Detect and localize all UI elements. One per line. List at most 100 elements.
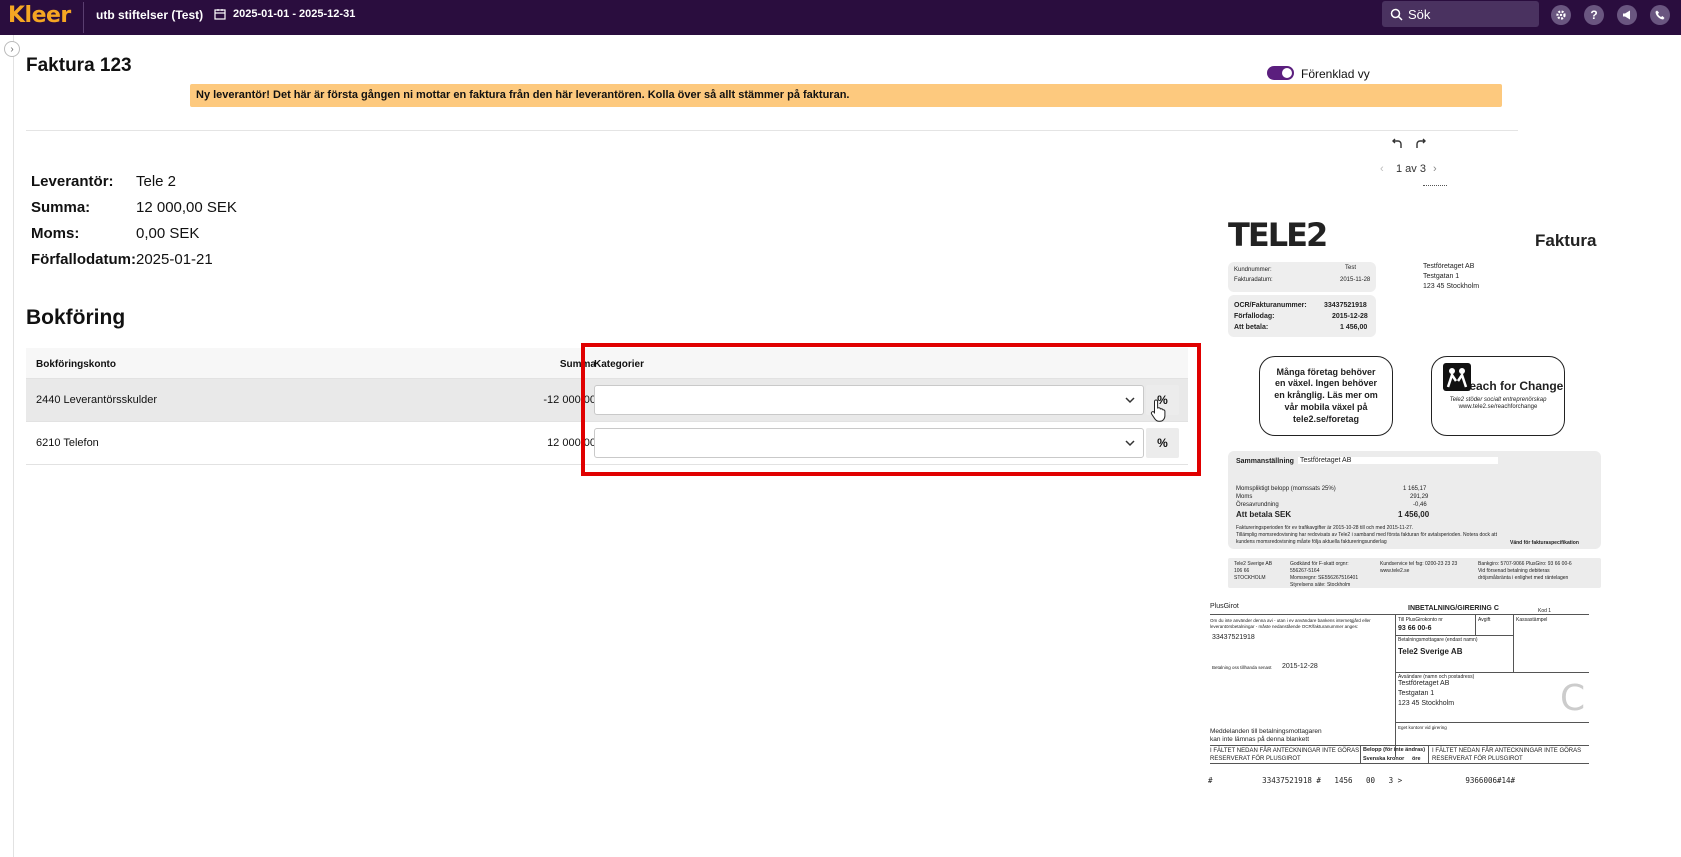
recipient-city: 123 45 Stockholm bbox=[1423, 283, 1480, 290]
bookkeeping-heading: Bokföring bbox=[26, 306, 126, 329]
phone-icon[interactable] bbox=[1650, 5, 1670, 25]
help-icon[interactable]: ? bbox=[1584, 5, 1604, 25]
footer-text: Tele2 Sverige AB bbox=[1234, 561, 1273, 567]
supplier-label: Leverantör: bbox=[31, 173, 114, 190]
period-note: Faktureringsperioden för ev trafikavgift… bbox=[1236, 525, 1414, 531]
plusgiro-avgift: Avgift bbox=[1478, 617, 1491, 623]
att-betala-label: Att betala: bbox=[1234, 324, 1269, 331]
sum-value: 12 000,00 SEK bbox=[136, 199, 237, 216]
summary-name: Testföretaget AB bbox=[1298, 457, 1498, 464]
slip-line bbox=[1395, 672, 1589, 673]
tele2-logo: TELE2 bbox=[1228, 216, 1328, 254]
kundnummer-value: Test bbox=[1345, 265, 1357, 271]
plusgiro-sender-name: Testföretaget AB bbox=[1398, 680, 1450, 687]
top-bar: Kleer utb stiftelser (Test) 2025-01-01 -… bbox=[0, 0, 1681, 35]
chevron-right-icon[interactable]: › bbox=[4, 41, 20, 57]
account-cell: 2440 Leverantörsskulder bbox=[36, 394, 158, 406]
plusgiro-account: 93 66 00-6 bbox=[1398, 625, 1432, 632]
slip-line bbox=[1513, 614, 1514, 672]
topbar-divider bbox=[83, 2, 84, 33]
footer-text: 556267-5164 bbox=[1290, 568, 1320, 574]
gear-icon[interactable] bbox=[1551, 5, 1571, 25]
footer-text: dröjsmålsränta i enlighet med räntelagen bbox=[1478, 575, 1569, 581]
rotate-right-icon[interactable] bbox=[1414, 138, 1428, 152]
slip-line bbox=[1475, 614, 1476, 635]
slip-line bbox=[1428, 745, 1429, 763]
switchboard-ad-bubble: Många företag behöver en växel. Ingen be… bbox=[1259, 356, 1393, 436]
slip-line bbox=[1395, 722, 1589, 723]
due-date-value: 2025-01-21 bbox=[136, 251, 213, 268]
plusgiro-receiver-label: Betalningsmottagare (endast namn) bbox=[1398, 637, 1478, 643]
plusgiro-sender-city: 123 45 Stockholm bbox=[1398, 700, 1455, 707]
search-input[interactable]: Sök bbox=[1382, 1, 1539, 27]
plusgiro-belopp: Belopp (för inte ändras) bbox=[1363, 747, 1426, 753]
footer-text: Vid försenad betalning debiteras bbox=[1478, 568, 1550, 574]
slip-line bbox=[1360, 745, 1361, 763]
vat-label: Moms: bbox=[31, 225, 80, 242]
plusgiro-note: Om du inte använder denna avi - utan i e… bbox=[1210, 618, 1371, 629]
invoice-document-preview: TELE2 Faktura Kundnummer: Test Fakturada… bbox=[1200, 200, 1620, 800]
plusgiro-sender-street: Testgatan 1 bbox=[1398, 690, 1435, 697]
fakturadatum-label: Fakturadatum: bbox=[1234, 277, 1273, 283]
footer-text: Styrelsens säte: Stockholm bbox=[1290, 582, 1351, 588]
summary-line-label: Moms bbox=[1236, 494, 1253, 500]
highlight-box bbox=[581, 343, 1201, 476]
page-title: Faktura 123 bbox=[26, 55, 132, 76]
rotate-left-icon[interactable] bbox=[1390, 138, 1404, 152]
page-indicator: 1 av 3 bbox=[1396, 163, 1426, 175]
plusgiro-msg: Meddelanden till betalningsmottagaren bbox=[1210, 728, 1322, 735]
supplier-value: Tele 2 bbox=[136, 173, 177, 190]
summary-line-label: Momspliktigt belopp (momssats 25%) bbox=[1236, 486, 1336, 492]
company-selector[interactable]: utb stiftelser (Test) bbox=[96, 8, 203, 22]
summary-label: Sammanställning bbox=[1236, 458, 1294, 465]
recipient-name: Testföretaget AB bbox=[1423, 263, 1475, 270]
simplified-view-toggle[interactable] bbox=[1267, 66, 1294, 80]
reach-for-change-subtitle: Tele2 stöder socialt entreprenörskap bbox=[1449, 396, 1547, 403]
plusgiro-c-mark: C bbox=[1560, 678, 1586, 719]
plusgiro-title: INBETALNING/GIRERING C bbox=[1408, 605, 1499, 612]
plusgiro-ocr: 33437521918 bbox=[1212, 634, 1255, 641]
search-placeholder: Sök bbox=[1408, 6, 1431, 22]
kundnummer-label: Kundnummer: bbox=[1234, 267, 1272, 273]
kleer-logo[interactable]: Kleer bbox=[8, 3, 71, 28]
footer-text: 106 66 bbox=[1234, 568, 1250, 574]
slip-line bbox=[1210, 763, 1589, 764]
reach-for-change-title: Reach for Change bbox=[1460, 378, 1564, 393]
slip-line bbox=[1210, 745, 1589, 746]
footer-text: STOCKHOLM bbox=[1234, 575, 1266, 581]
sum-label: Summa: bbox=[31, 199, 91, 216]
plusgiro-kassa: Kassastämpel bbox=[1516, 617, 1548, 623]
plusgiro-field-note: I FÄLTET NEDAN FÅR ANTECKNINGAR INTE GÖR… bbox=[1432, 748, 1582, 754]
plusgiro-msg2: kan inte lämnas på denna blankett bbox=[1210, 736, 1310, 743]
period-selector[interactable]: 2025-01-01 - 2025-12-31 bbox=[214, 8, 355, 20]
forfallodag-label: Förfallodag: bbox=[1234, 313, 1275, 320]
fakturadatum-value: 2015-11-28 bbox=[1340, 277, 1371, 283]
due-date-label: Förfallodatum: bbox=[31, 251, 136, 268]
turn-note: Vänd för fakturaspecifikation bbox=[1510, 540, 1579, 546]
account-cell: 6210 Telefon bbox=[36, 437, 99, 449]
divider bbox=[26, 130, 1518, 131]
plusgiro-ore: öre bbox=[1412, 756, 1421, 762]
footer-text: www.tele2.se bbox=[1380, 568, 1410, 574]
plusgiro-receiver: Tele2 Sverige AB bbox=[1398, 647, 1463, 656]
reach-for-change-url: www.tele2.se/reachforchange bbox=[1458, 404, 1538, 411]
ocr-line: # 33437521918 # 1456 00 3 > 9366006#14# bbox=[1208, 776, 1516, 785]
forfallodag-value: 2015-12-28 bbox=[1332, 313, 1368, 320]
plusgiro-kronor: Svenska kronor bbox=[1363, 756, 1405, 762]
summary-line-value: -0,46 bbox=[1413, 502, 1427, 508]
footer-text: Momsregnr: SE556267516401 bbox=[1290, 575, 1359, 581]
next-page-icon[interactable]: › bbox=[1433, 163, 1437, 175]
footer-text: Bankgiro: 5707-9066 PlusGiro: 93 66 00-6 bbox=[1478, 561, 1572, 567]
ocr-value: 33437521918 bbox=[1324, 302, 1367, 309]
ocr-label: OCR/Fakturanummer: bbox=[1234, 302, 1307, 309]
left-rail bbox=[0, 35, 14, 857]
megaphone-icon[interactable] bbox=[1617, 5, 1637, 25]
column-account: Bokföringskonto bbox=[36, 359, 116, 370]
plusgiro-field-note: I FÄLTET NEDAN FÅR ANTECKNINGAR INTE GÖR… bbox=[1210, 748, 1360, 754]
prev-page-icon[interactable]: ‹ bbox=[1380, 163, 1384, 175]
slip-line bbox=[1210, 614, 1589, 615]
summary-total-value: 1 456,00 bbox=[1398, 510, 1430, 519]
summary-line-value: 1 165,17 bbox=[1403, 486, 1427, 492]
new-supplier-banner: Ny leverantör! Det här är första gången … bbox=[190, 84, 1502, 107]
reach-for-change-logo-icon bbox=[1443, 363, 1471, 391]
